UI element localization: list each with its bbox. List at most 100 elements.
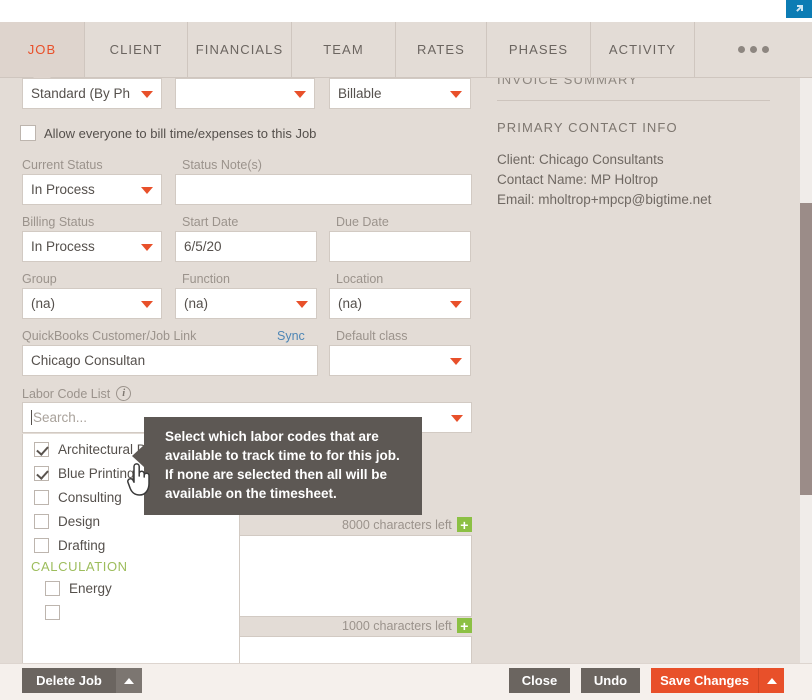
group-select[interactable]: (na) <box>22 288 162 319</box>
invoice-summary-title: INVOICE SUMMARY <box>497 78 638 84</box>
notes-counter-row: 8000 characters left + <box>342 517 472 532</box>
tab-activity[interactable]: ACTIVITY <box>591 22 695 77</box>
group-value: (na) <box>31 296 56 311</box>
labor-code-checkbox[interactable] <box>34 537 49 553</box>
function-select[interactable]: (na) <box>175 288 317 319</box>
tab-phases-label: PHASES <box>508 42 569 57</box>
labor-code-checkbox[interactable] <box>34 489 49 505</box>
divider <box>497 100 770 101</box>
allow-everyone-row[interactable]: Allow everyone to bill time/expenses to … <box>20 125 316 141</box>
chevron-down-icon <box>450 357 462 365</box>
close-button[interactable]: Close <box>509 668 570 693</box>
list-item-partial[interactable] <box>23 600 239 624</box>
status-notes-input[interactable] <box>175 174 472 205</box>
chevron-down-icon <box>294 90 306 98</box>
job-form-body: Standard (By Ph Billable Allow everyone … <box>0 78 812 663</box>
labor-code-list-label-row: Labor Code List i <box>22 386 132 401</box>
current-status-select[interactable]: In Process <box>22 174 162 205</box>
start-date-input[interactable]: 6/5/20 <box>175 231 317 262</box>
tab-activity-label: ACTIVITY <box>608 42 677 57</box>
save-changes-button[interactable]: Save Changes <box>651 668 758 693</box>
contact-name: Contact Name: MP Holtrop <box>497 172 659 187</box>
delete-job-button[interactable]: Delete Job <box>22 668 116 693</box>
function-value: (na) <box>184 296 209 311</box>
app-root: JOB CLIENT FINANCIALS TEAM RATES PHASES … <box>0 0 812 700</box>
billing-status-label: Billing Status <box>22 215 95 229</box>
chevron-up-icon <box>766 677 777 684</box>
tab-team[interactable]: TEAM <box>292 22 396 77</box>
labor-code-label: Design <box>58 513 101 529</box>
external-link-icon[interactable] <box>786 0 812 18</box>
save-changes-dropdown-toggle[interactable] <box>758 668 784 693</box>
chevron-down-icon <box>141 300 153 308</box>
group-label: Group <box>22 272 57 286</box>
info-icon[interactable]: i <box>116 386 132 401</box>
labor-code-label: Consulting <box>58 489 122 505</box>
default-class-select[interactable] <box>329 345 471 376</box>
tab-more-overflow[interactable] <box>695 22 812 77</box>
page-scrollbar-thumb[interactable] <box>800 203 812 495</box>
current-status-label: Current Status <box>22 158 103 172</box>
billable-value: Billable <box>338 86 382 101</box>
labor-code-checkbox[interactable] <box>34 513 49 529</box>
due-date-input[interactable] <box>329 231 471 262</box>
add-summary-icon[interactable]: + <box>456 618 472 633</box>
add-note-icon[interactable]: + <box>456 517 472 532</box>
labor-code-checkbox[interactable] <box>45 580 60 596</box>
labor-code-label: Energy <box>69 580 112 596</box>
rate-type-select[interactable]: Standard (By Ph <box>22 78 162 109</box>
chevron-down-icon <box>141 186 153 194</box>
more-dots-icon <box>738 46 769 53</box>
list-item[interactable]: Drafting <box>23 533 239 557</box>
labor-code-checkbox[interactable] <box>34 441 49 457</box>
chevron-down-icon <box>450 90 462 98</box>
function-label: Function <box>182 272 230 286</box>
allow-everyone-checkbox[interactable] <box>20 125 36 141</box>
chevron-up-icon <box>124 677 134 684</box>
summary-counter: 1000 characters left <box>342 618 452 633</box>
chevron-down-icon <box>141 90 153 98</box>
text-caret <box>31 410 32 425</box>
sync-link[interactable]: Sync <box>277 329 305 343</box>
summary-counter-row: 1000 characters left + <box>342 618 472 633</box>
tooltip: Select which labor codes that are availa… <box>132 417 422 515</box>
chevron-down-icon <box>450 300 462 308</box>
quickbooks-link-label: QuickBooks Customer/Job Link <box>22 329 197 343</box>
billing-status-value: In Process <box>31 239 95 254</box>
tab-phases[interactable]: PHASES <box>487 22 591 77</box>
secondary-select[interactable] <box>175 78 315 109</box>
quickbooks-link-select[interactable]: Chicago Consultan <box>22 345 318 376</box>
chevron-down-icon <box>296 300 308 308</box>
tab-team-label: TEAM <box>323 42 364 57</box>
location-value: (na) <box>338 296 363 311</box>
billable-select[interactable]: Billable <box>329 78 471 109</box>
tab-financials-label: FINANCIALS <box>195 42 284 57</box>
tab-job-label: JOB <box>27 42 57 57</box>
notes-counter: 8000 characters left <box>342 517 452 532</box>
hand-cursor-icon <box>124 460 154 503</box>
tab-bar: JOB CLIENT FINANCIALS TEAM RATES PHASES … <box>0 22 812 86</box>
location-label: Location <box>336 272 384 286</box>
labor-code-checkbox[interactable] <box>45 604 60 620</box>
labor-code-search-placeholder: Search... <box>33 410 88 425</box>
tab-rates-label: RATES <box>417 42 465 57</box>
contact-email: Email: mholtrop+mpcp@bigtime.net <box>497 192 712 207</box>
page-scrollbar[interactable] <box>800 78 812 663</box>
tab-rates[interactable]: RATES <box>396 22 487 77</box>
labor-code-list-label: Labor Code List <box>22 386 111 401</box>
undo-button[interactable]: Undo <box>581 668 640 693</box>
list-item[interactable]: Energy <box>23 576 239 600</box>
quickbooks-link-value: Chicago Consultan <box>31 353 146 368</box>
billing-status-select[interactable]: In Process <box>22 231 162 262</box>
tab-financials[interactable]: FINANCIALS <box>188 22 292 77</box>
delete-job-dropdown-toggle[interactable] <box>116 668 142 693</box>
start-date-value: 6/5/20 <box>184 239 222 254</box>
tab-client[interactable]: CLIENT <box>85 22 188 77</box>
tab-job[interactable]: JOB <box>0 22 85 86</box>
tab-client-label: CLIENT <box>109 42 163 57</box>
default-class-label: Default class <box>336 329 408 343</box>
start-date-label: Start Date <box>182 215 239 229</box>
location-select[interactable]: (na) <box>329 288 471 319</box>
labor-code-checkbox[interactable] <box>34 465 49 481</box>
primary-contact-title: PRIMARY CONTACT INFO <box>497 120 678 135</box>
